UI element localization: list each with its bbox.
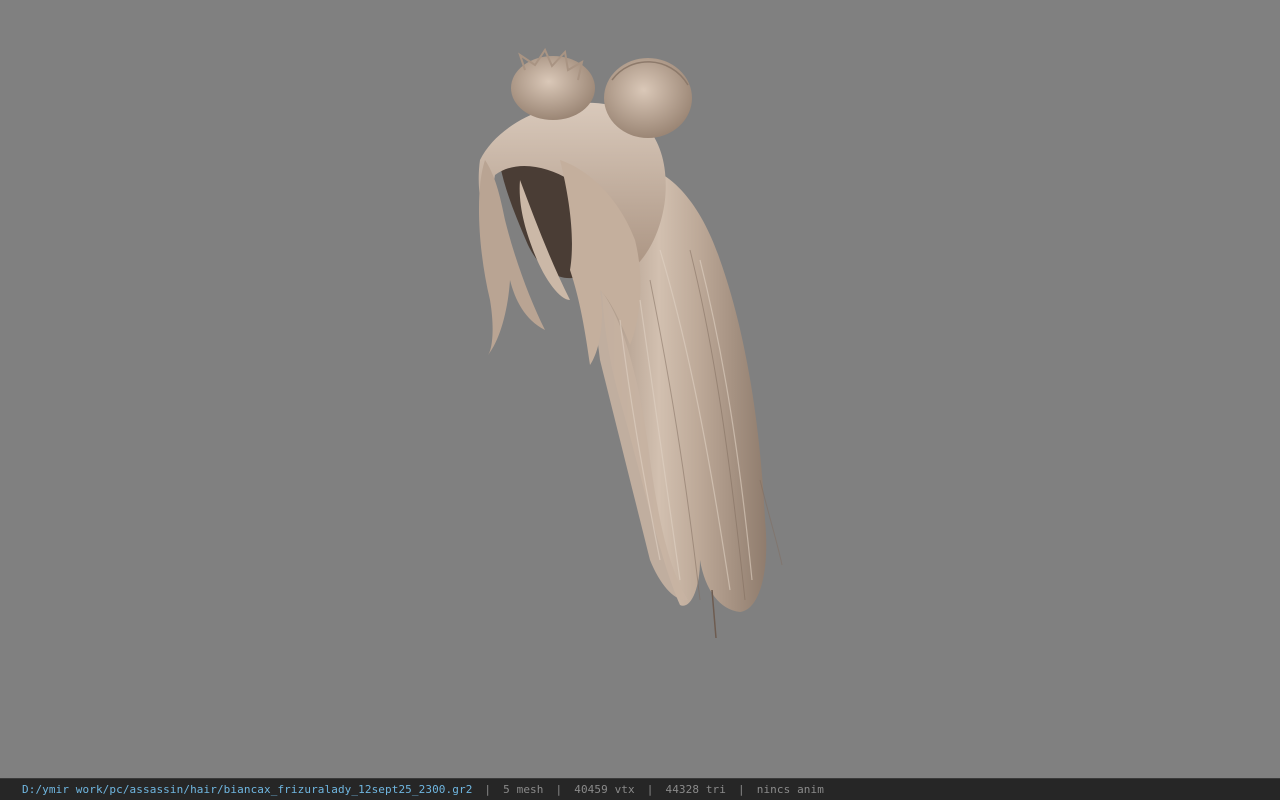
- animation-status: nincs anim: [756, 783, 824, 796]
- triangle-count: 44328 tri: [665, 783, 726, 796]
- 3d-viewport[interactable]: [0, 0, 1280, 778]
- separator: |: [555, 783, 563, 796]
- right-bun: [604, 58, 692, 138]
- separator: |: [484, 783, 492, 796]
- separator: |: [738, 783, 745, 796]
- status-bar: D:/ymir work/pc/assassin/hair/biancax_fr…: [0, 778, 1280, 800]
- separator: |: [646, 783, 654, 796]
- mesh-count: 5 mesh: [503, 783, 544, 796]
- vertex-count: 40459 vtx: [574, 783, 635, 796]
- hair-model[interactable]: [0, 0, 1280, 778]
- file-path: D:/ymir work/pc/assassin/hair/biancax_fr…: [22, 783, 473, 796]
